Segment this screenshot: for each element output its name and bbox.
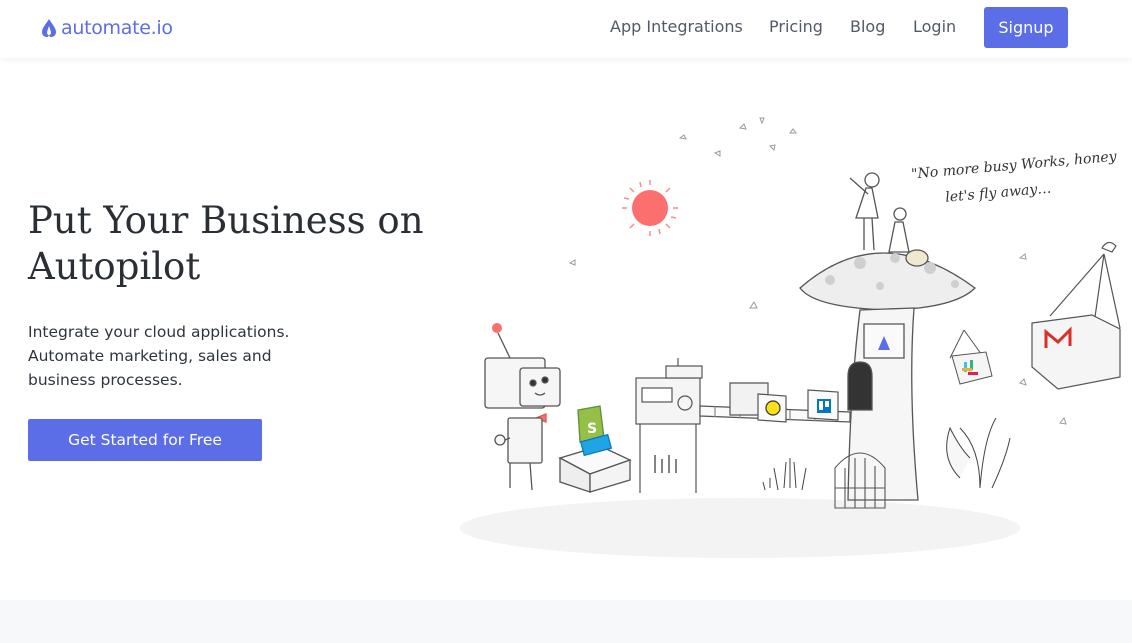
gmail-box-icon: [1031, 241, 1121, 390]
robot-illustration: S: [484, 323, 632, 493]
next-section-band: [0, 600, 1132, 643]
automate-logo-icon: [42, 19, 56, 37]
page: automate.io App Integrations Pricing Blo…: [0, 0, 1132, 643]
logo-text: automate.io: [61, 17, 173, 39]
logo-link[interactable]: automate.io: [38, 14, 173, 42]
hero-subtitle-line: Integrate your cloud applications.: [28, 323, 290, 341]
trello-box-icon: [807, 389, 839, 421]
machine-illustration: [635, 358, 851, 493]
hero-subtitle: Integrate your cloud applications. Autom…: [28, 320, 328, 392]
hero-subtitle-line: business processes.: [28, 371, 183, 389]
hero-illustration: S: [460, 117, 1121, 558]
nav-blog[interactable]: Blog: [850, 17, 885, 36]
top-navbar: automate.io App Integrations Pricing Blo…: [0, 0, 1132, 58]
hero-title: Put Your Business on Autopilot: [28, 199, 424, 288]
mailchimp-box-icon: [757, 393, 787, 423]
nav-app-integrations[interactable]: App Integrations: [610, 17, 743, 36]
nav-pricing[interactable]: Pricing: [769, 17, 823, 36]
slack-box-icon: [949, 329, 993, 385]
hero-subtitle-line: Automate marketing, sales and: [28, 347, 272, 365]
get-started-button[interactable]: Get Started for Free: [28, 419, 262, 461]
nav-login[interactable]: Login: [913, 17, 956, 36]
svg-text:S: S: [587, 421, 597, 437]
signup-button[interactable]: Signup: [984, 7, 1068, 48]
sun-icon: [622, 180, 678, 236]
